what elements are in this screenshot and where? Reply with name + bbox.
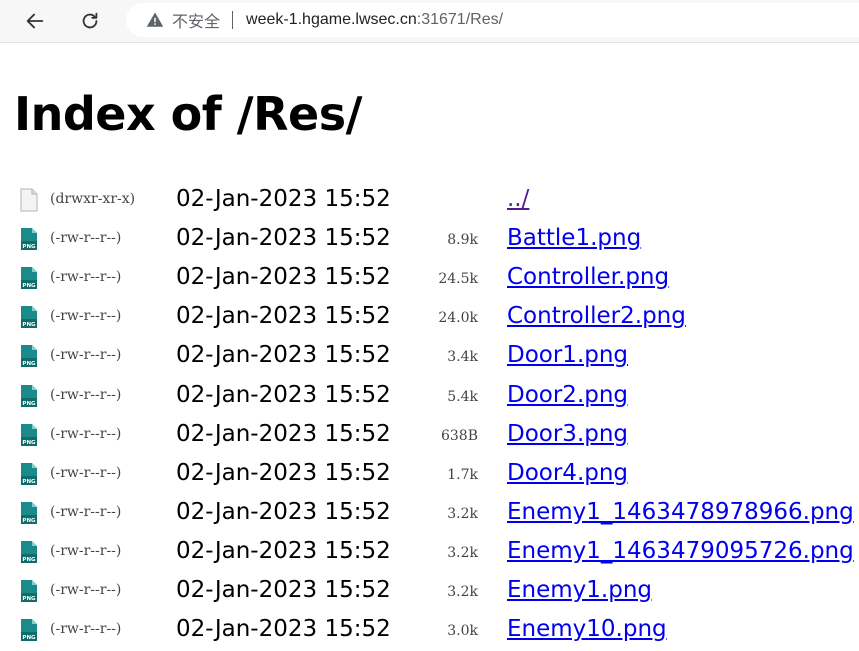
- permissions: (-rw-r--r--): [50, 582, 122, 598]
- file-size: 3.4k: [447, 349, 478, 366]
- svg-text:PNG: PNG: [22, 635, 36, 641]
- permissions: (-rw-r--r--): [50, 386, 122, 403]
- table-row: PNG (-rw-r--r--) 02-Jan-2023 15:52 3.4k Doo…: [18, 338, 859, 377]
- svg-text:PNG: PNG: [22, 518, 36, 524]
- png-file-icon: PNG: [21, 306, 37, 329]
- png-file-icon: PNG: [21, 619, 37, 642]
- file-size: 8.9k: [447, 232, 478, 249]
- url-text[interactable]: week-1.hgame.lwsec.cn:31671/Res/: [246, 11, 503, 29]
- file-link[interactable]: Enemy10.png: [507, 616, 667, 642]
- file-link[interactable]: Enemy1.png: [507, 577, 652, 603]
- modified-date: 02-Jan-2023 15:52: [176, 342, 391, 369]
- svg-text:PNG: PNG: [22, 596, 36, 602]
- modified-date: 02-Jan-2023 15:52: [176, 459, 391, 486]
- parent-dir-file-icon: [20, 188, 38, 212]
- png-file-icon: PNG: [21, 384, 37, 407]
- file-size: 24.5k: [438, 271, 478, 288]
- svg-text:PNG: PNG: [22, 322, 36, 328]
- file-size: 3.2k: [447, 544, 478, 561]
- table-row: PNG (-rw-r--r--) 02-Jan-2023 15:52 24.0k Co…: [18, 299, 859, 338]
- permissions: (-rw-r--r--): [50, 230, 122, 247]
- browser-toolbar: 不安全 week-1.hgame.lwsec.cn:31671/Res/: [0, 0, 859, 43]
- address-separator: [232, 11, 234, 29]
- parent-directory-link[interactable]: ../: [507, 186, 529, 212]
- permissions: (-rw-r--r--): [50, 269, 122, 286]
- table-row: PNG (-rw-r--r--) 02-Jan-2023 15:52 24.5k Co…: [18, 260, 859, 299]
- table-row: PNG (-rw-r--r--) 02-Jan-2023 15:52 638B Doo…: [18, 417, 859, 456]
- reload-icon: [82, 12, 98, 29]
- permissions: (-rw-r--r--): [50, 425, 122, 442]
- page-title: Index of /Res/: [14, 87, 362, 141]
- png-file-icon: PNG: [21, 462, 37, 485]
- modified-date: 02-Jan-2023 15:52: [176, 577, 391, 603]
- file-size: 638B: [440, 427, 478, 444]
- file-link[interactable]: Controller2.png: [507, 303, 686, 329]
- table-row: PNG (-rw-r--r--) 02-Jan-2023 15:52 3.2k Ene…: [18, 534, 859, 573]
- file-size: 5.4k: [447, 388, 478, 405]
- modified-date: 02-Jan-2023 15:52: [176, 186, 391, 212]
- modified-date: 02-Jan-2023 15:52: [176, 498, 391, 525]
- svg-text:PNG: PNG: [22, 557, 36, 563]
- modified-date: 02-Jan-2023 15:52: [176, 537, 391, 564]
- modified-date: 02-Jan-2023 15:52: [176, 264, 391, 291]
- table-row: PNG (-rw-r--r--) 02-Jan-2023 15:52 1.7k Doo…: [18, 456, 859, 495]
- file-size: 3.0k: [447, 623, 478, 640]
- url-host: week-1.hgame.lwsec.cn: [246, 11, 417, 28]
- png-file-icon: PNG: [21, 423, 37, 446]
- svg-text:PNG: PNG: [22, 440, 36, 446]
- file-link[interactable]: Door2.png: [507, 382, 628, 408]
- file-link[interactable]: Battle1.png: [507, 225, 641, 251]
- file-size: 1.7k: [447, 466, 478, 483]
- table-row: PNG (-rw-r--r--) 02-Jan-2023 15:52 3.2k Ene…: [18, 573, 859, 612]
- modified-date: 02-Jan-2023 15:52: [176, 616, 391, 643]
- svg-text:PNG: PNG: [22, 283, 36, 289]
- file-size: 3.2k: [447, 584, 478, 600]
- file-size: 3.2k: [447, 505, 478, 522]
- file-link[interactable]: Controller.png: [507, 264, 669, 290]
- permissions: (-rw-r--r--): [50, 347, 122, 364]
- modified-date: 02-Jan-2023 15:52: [176, 381, 391, 408]
- table-row: PNG (-rw-r--r--) 02-Jan-2023 15:52 5.4k Doo…: [18, 378, 859, 417]
- modified-date: 02-Jan-2023 15:52: [176, 225, 391, 252]
- reload-button[interactable]: [74, 5, 106, 37]
- svg-text:PNG: PNG: [22, 401, 36, 407]
- png-file-icon: PNG: [21, 501, 37, 524]
- address-bar[interactable]: 不安全 week-1.hgame.lwsec.cn:31671/Res/: [126, 3, 859, 37]
- png-file-icon: PNG: [21, 580, 37, 602]
- security-status-label[interactable]: 不安全: [172, 8, 220, 32]
- file-link[interactable]: Enemy1_1463478978966.png: [507, 499, 854, 525]
- svg-text:PNG: PNG: [22, 479, 36, 485]
- permissions: (-rw-r--r--): [50, 503, 122, 520]
- png-file-icon: PNG: [21, 267, 37, 290]
- table-row: PNG (-rw-r--r--) 02-Jan-2023 15:52 3.2k Ene…: [18, 495, 859, 534]
- back-button[interactable]: [19, 5, 51, 37]
- table-row: PNG (-rw-r--r--) 02-Jan-2023 15:52 8.9k Bat…: [18, 221, 859, 260]
- file-link[interactable]: Enemy1_1463479095726.png: [507, 538, 854, 564]
- file-link[interactable]: Door3.png: [507, 421, 628, 447]
- permissions: (-rw-r--r--): [50, 621, 122, 638]
- svg-text:PNG: PNG: [22, 244, 36, 250]
- file-link[interactable]: Door1.png: [507, 342, 628, 368]
- png-file-icon: PNG: [21, 540, 37, 563]
- back-arrow-icon: [26, 13, 44, 29]
- file-size: 24.0k: [438, 310, 478, 327]
- warning-triangle-icon[interactable]: [146, 11, 164, 29]
- permissions: (-rw-r--r--): [50, 542, 122, 559]
- modified-date: 02-Jan-2023 15:52: [176, 420, 391, 447]
- svg-text:PNG: PNG: [22, 361, 36, 367]
- file-link[interactable]: Door4.png: [507, 460, 628, 486]
- modified-date: 02-Jan-2023 15:52: [176, 303, 391, 330]
- permissions: (-rw-r--r--): [50, 308, 122, 325]
- permissions: (-rw-r--r--): [50, 464, 122, 481]
- table-row: (drwxr-xr-x) 02-Jan-2023 15:52 ../: [18, 182, 859, 221]
- permissions: (drwxr-xr-x): [50, 191, 136, 207]
- png-file-icon: PNG: [21, 228, 37, 251]
- png-file-icon: PNG: [21, 345, 37, 368]
- url-path: :31671/Res/: [416, 11, 504, 28]
- table-row: PNG (-rw-r--r--) 02-Jan-2023 15:52 3.0k Ene…: [18, 612, 859, 651]
